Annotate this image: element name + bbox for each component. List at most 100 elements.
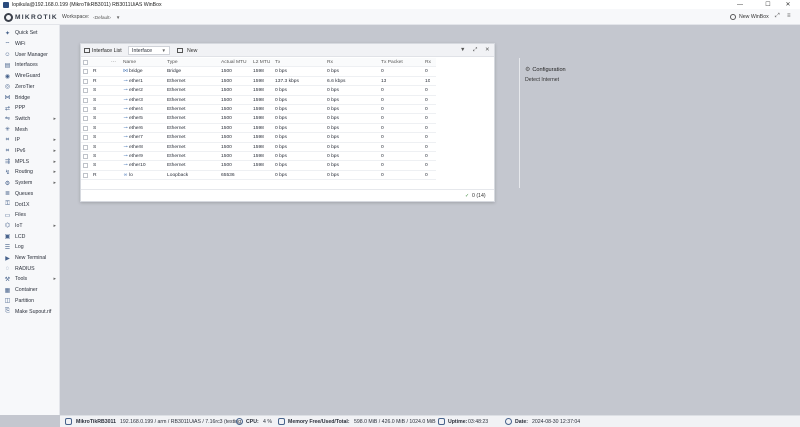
cell-rxp: 0 — [425, 135, 428, 141]
row-checkbox[interactable] — [83, 154, 88, 159]
cell-rx: 0 bps — [327, 144, 339, 150]
cell-rx: 0 bps — [327, 107, 339, 112]
wifi-icon: ⌔ — [4, 42, 11, 49]
row-checkbox[interactable] — [83, 69, 88, 75]
cell-txp: 0 — [381, 154, 384, 159]
cell-mtu: 1500 — [221, 135, 232, 141]
sidebar-item-bridge[interactable]: ⋈ Bridge — [0, 92, 60, 103]
sidebar-item-lcd[interactable]: ▣ LCD — [0, 231, 60, 242]
router-icon — [65, 418, 72, 425]
sidebar-item-new-terminal[interactable]: ▶ New Terminal — [0, 253, 60, 264]
sidebar-item-quick-set[interactable]: ✦ Quick Set — [0, 28, 60, 39]
sidebar-item-files[interactable]: ▭ Files — [0, 210, 60, 221]
filter-icon[interactable]: ▼ — [460, 47, 465, 53]
sidebar-item-system[interactable]: ⚙ System ▸ — [0, 178, 60, 189]
row-checkbox[interactable] — [83, 135, 88, 141]
mikrotik-logo-icon — [4, 12, 13, 22]
sidebar-item-container[interactable]: ▦ Container — [0, 285, 60, 296]
row-checkbox[interactable] — [83, 163, 88, 169]
check-icon: ✓ — [465, 193, 470, 199]
menu-icon[interactable]: ≡ — [787, 13, 791, 19]
cell-flag: S — [93, 125, 97, 131]
sidebar-item-label: Routing — [15, 169, 33, 176]
ethernet-icon: ⊸ — [123, 116, 128, 122]
configuration-heading[interactable]: ⚙ Configuration — [525, 66, 566, 74]
row-checkbox[interactable] — [83, 107, 88, 112]
chevron-right-icon: ▸ — [53, 180, 56, 187]
interface-tab-select[interactable]: Interface ▼ — [128, 46, 170, 55]
table-row[interactable]: S ⊸ether4 Ethernet 1500 1598 0 bps 0 bps 0 0 — [81, 105, 436, 115]
cell-l2mtu: 1598 — [253, 163, 264, 169]
row-checkbox[interactable] — [83, 78, 88, 84]
sidebar-item-radius[interactable]: ◌ RADIUS — [0, 263, 60, 274]
loopback-icon: ∞ — [123, 172, 128, 178]
table-row[interactable]: R ⊸ether1 Ethernet 1500 1598 137.3 kbps 6.6 kb… — [81, 77, 436, 87]
row-checkbox[interactable] — [83, 172, 88, 178]
column-header[interactable]: Name — [123, 58, 136, 67]
close-button[interactable]: ✕ — [776, 0, 800, 9]
row-checkbox[interactable] — [83, 88, 88, 94]
sidebar-item-user-manager[interactable]: ☺ User Manager — [0, 49, 60, 60]
table-row[interactable]: S ⊸ether8 Ethernet 1500 1598 0 bps 0 bps 0 0 — [81, 143, 436, 152]
sidebar-item-wireguard[interactable]: ◉ WireGuard — [0, 71, 60, 82]
supout-icon: ⎘ — [5, 308, 10, 315]
sidebar-item-ipv6[interactable]: ⌗ IPv6 ▸ — [0, 146, 60, 157]
table-row[interactable]: S ⊸ether7 Ethernet 1500 1598 0 bps 0 bps 0 0 — [81, 133, 436, 143]
table-row[interactable]: R ⋈bridge Bridge 1500 1598 0 bps 0 bps 0 0 — [81, 67, 436, 77]
expand-window-icon[interactable]: ⤢ — [473, 47, 477, 54]
sidebar-item-queues[interactable]: ≣ Queues — [0, 189, 60, 200]
table-row[interactable]: S ⊸ether10 Ethernet 1500 1598 0 bps 0 bps 0 0 — [81, 161, 436, 171]
workspace-value[interactable]: ‹Default› — [91, 14, 113, 21]
sidebar-item-routing[interactable]: ↯ Routing ▸ — [0, 167, 60, 178]
sidebar-item-label: LCD — [15, 233, 26, 240]
column-header[interactable]: Rx — [327, 58, 333, 67]
table-row[interactable]: S ⊸ether3 Ethernet 1500 1598 0 bps 0 bps 0 0 — [81, 96, 436, 105]
cell-tx: 0 bps — [275, 69, 287, 75]
column-header[interactable]: Rx — [425, 58, 431, 67]
sidebar-item-interfaces[interactable]: ▤ Interfaces — [0, 60, 60, 71]
row-checkbox[interactable] — [83, 97, 88, 103]
sidebar-item-ip[interactable]: ⌗ IP ▸ — [0, 135, 60, 146]
sidebar-item-label: Partition — [15, 297, 35, 304]
select-all-checkbox[interactable] — [83, 60, 88, 65]
column-header[interactable]: Type — [167, 58, 178, 67]
sidebar-item-mesh[interactable]: ✳ Mesh — [0, 124, 60, 135]
tools-icon: ⚒ — [4, 276, 11, 283]
sidebar-item-mpls[interactable]: ⇶ MPLS ▸ — [0, 156, 60, 167]
sidebar-item-wifi[interactable]: ⌔ WiFi — [0, 39, 60, 50]
zerotier-icon: ◎ — [4, 84, 11, 91]
sidebar-item-make-supout-rif[interactable]: ⎘ Make Supout.rif — [0, 306, 60, 317]
new-winbox-button[interactable]: New WinBox — [730, 13, 769, 21]
sidebar-item-tools[interactable]: ⚒ Tools ▸ — [0, 274, 60, 285]
table-row[interactable]: S ⊸ether6 Ethernet 1500 1598 0 bps 0 bps 0 0 — [81, 124, 436, 134]
row-checkbox[interactable] — [83, 125, 88, 131]
detect-internet-link[interactable]: Detect Internet — [525, 77, 559, 83]
row-checkbox[interactable] — [83, 116, 88, 122]
column-header[interactable]: L2 MTU — [253, 58, 270, 67]
minimize-button[interactable]: — — [728, 0, 752, 9]
cell-type: Ethernet — [167, 163, 186, 169]
workspace-selector[interactable]: Workspace: ‹Default› ▼ — [62, 13, 120, 21]
cell-txp: 0 — [381, 163, 384, 169]
sidebar-item-log[interactable]: ☰ Log — [0, 242, 60, 253]
column-options-icon[interactable]: ⋯ — [111, 58, 116, 67]
expand-icon[interactable]: ⤢ — [775, 13, 780, 20]
column-header[interactable]: Actual MTU — [221, 58, 247, 67]
sidebar-item-zerotier[interactable]: ◎ ZeroTier — [0, 82, 60, 93]
column-header[interactable]: Tx Packet — [381, 58, 403, 67]
sidebar-item-iot[interactable]: ⌬ IoT ▸ — [0, 221, 60, 232]
row-checkbox[interactable] — [83, 144, 88, 150]
sidebar-item-dot1x[interactable]: ⚿ Dot1X — [0, 199, 60, 210]
sidebar-item-partition[interactable]: ◫ Partition — [0, 296, 60, 307]
new-button[interactable]: New — [177, 47, 197, 54]
sidebar-item-switch[interactable]: ⇋ Switch ▸ — [0, 114, 60, 125]
table-row[interactable]: S ⊸ether2 Ethernet 1500 1598 0 bps 0 bps 0 0 — [81, 86, 436, 96]
sidebar-item-ppp[interactable]: ⇄ PPP — [0, 103, 60, 114]
chevron-right-icon: ▸ — [53, 158, 56, 165]
close-window-icon[interactable]: ✕ — [485, 47, 490, 53]
table-row[interactable]: R ∞ lo Loopback 65536 0 bps 0 bps 0 0 — [81, 171, 436, 181]
column-header[interactable]: Tx — [275, 58, 280, 67]
bridge-icon: ⋈ — [123, 69, 128, 75]
table-row[interactable]: S ⊸ether5 Ethernet 1500 1598 0 bps 0 bps 0 0 — [81, 114, 436, 124]
table-row[interactable]: S ⊸ether9 Ethernet 1500 1598 0 bps 0 bps 0 0 — [81, 152, 436, 162]
